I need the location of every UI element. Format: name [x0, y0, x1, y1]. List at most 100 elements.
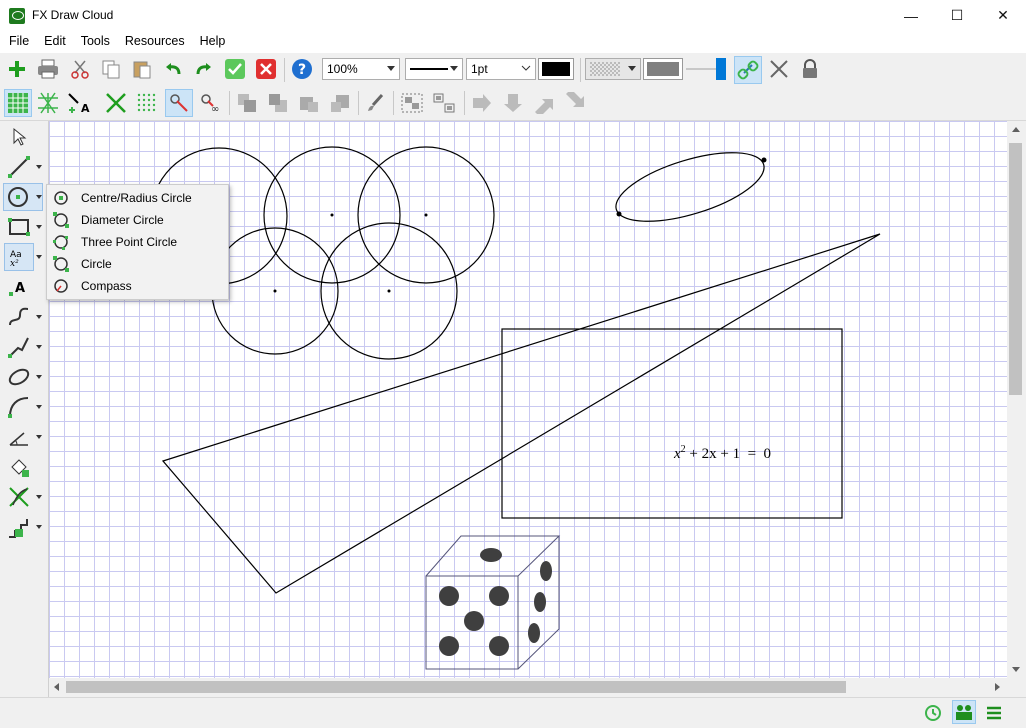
circle-tool-dropdown[interactable] [35, 183, 43, 211]
svg-text:∞: ∞ [211, 104, 219, 114]
svg-text:A: A [81, 102, 90, 114]
menu-resources[interactable]: Resources [125, 31, 185, 53]
scroll-right-icon[interactable] [995, 683, 1000, 691]
menu-item-compass[interactable]: Compass [47, 275, 228, 297]
menu-item-diameter-circle[interactable]: Diameter Circle [47, 209, 228, 231]
curve-tool-dropdown[interactable] [35, 303, 43, 331]
maximize-button[interactable]: ☐ [934, 0, 980, 31]
horizontal-scroll-thumb[interactable] [66, 681, 846, 693]
axes-icon[interactable] [104, 91, 128, 115]
horizontal-scrollbar[interactable] [49, 678, 1007, 696]
menu-tools[interactable]: Tools [81, 31, 110, 53]
paste-icon[interactable] [130, 57, 154, 81]
cut-icon[interactable] [68, 57, 92, 81]
fill-tool-icon[interactable] [4, 453, 34, 481]
menu-item-label: Compass [81, 279, 132, 293]
snap-infinity-icon[interactable]: ∞ [198, 91, 222, 115]
bring-front-icon[interactable] [235, 91, 259, 115]
scroll-up-icon[interactable] [1012, 127, 1020, 132]
graph-tool-icon[interactable] [4, 483, 34, 511]
toolbar-separator [393, 91, 394, 115]
cancel-icon[interactable] [254, 57, 278, 81]
ok-icon[interactable] [223, 57, 247, 81]
grid-icon[interactable] [4, 89, 32, 117]
transparency-slider-track[interactable] [686, 68, 718, 70]
collaborate-icon[interactable] [952, 700, 976, 724]
add-icon[interactable] [5, 57, 29, 81]
equation-text[interactable]: x2 + 2x + 1 = 0 [674, 444, 771, 463]
rectangle-tool-icon[interactable] [4, 213, 34, 241]
fill-pattern-select[interactable] [585, 58, 641, 80]
send-backward-icon[interactable] [328, 91, 352, 115]
line-tool-icon[interactable] [4, 153, 34, 181]
undo-icon[interactable] [161, 57, 185, 81]
move-down-icon[interactable] [501, 91, 525, 115]
label-point-icon[interactable]: A [67, 91, 91, 115]
vertical-scrollbar[interactable] [1007, 121, 1026, 678]
menu-lines-icon[interactable] [985, 704, 1003, 725]
stairs-tool-icon[interactable] [4, 513, 34, 541]
help-icon[interactable]: ? [290, 57, 314, 81]
line-color-button[interactable] [538, 58, 574, 80]
move-right-icon[interactable] [470, 91, 494, 115]
text-tool-icon[interactable]: Aa x² [4, 243, 34, 271]
minimize-button[interactable]: — [888, 0, 934, 31]
fill-color-button[interactable] [643, 58, 683, 80]
history-icon[interactable] [924, 704, 942, 725]
close-button[interactable]: ✕ [980, 0, 1026, 31]
label-tool-icon[interactable]: A [4, 273, 34, 301]
group-icon[interactable] [400, 91, 424, 115]
redo-icon[interactable] [192, 57, 216, 81]
brush-icon[interactable] [363, 91, 387, 115]
snap-icon[interactable] [165, 89, 193, 117]
ungroup-icon[interactable] [432, 91, 456, 115]
vertical-scroll-thumb[interactable] [1009, 143, 1022, 395]
stairs-tool-dropdown[interactable] [35, 513, 43, 541]
menu-edit[interactable]: Edit [44, 31, 66, 53]
menu-item-centre-radius-circle[interactable]: Centre/Radius Circle [47, 187, 228, 209]
text-tool-dropdown[interactable] [35, 243, 43, 271]
iso-grid-icon[interactable] [36, 91, 60, 115]
send-back-icon[interactable] [266, 91, 290, 115]
arc-tool-dropdown[interactable] [35, 393, 43, 421]
link-icon[interactable] [734, 56, 762, 84]
dot-grid-icon[interactable] [135, 91, 159, 115]
arc-tool-icon[interactable] [4, 393, 34, 421]
menu-item-circle[interactable]: Circle [47, 253, 228, 275]
triangle-shape[interactable] [161, 233, 881, 594]
line-style-select[interactable] [405, 58, 463, 80]
ellipse-tool-icon[interactable] [4, 363, 34, 391]
curve-tool-icon[interactable] [4, 303, 34, 331]
zoom-value: 100% [327, 62, 358, 76]
line-width-select[interactable]: 1pt [466, 58, 536, 80]
graph-tool-dropdown[interactable] [35, 483, 43, 511]
move-down-right-icon[interactable] [563, 91, 587, 115]
toolbar-separator [229, 91, 230, 115]
ellipse-tool-dropdown[interactable] [35, 363, 43, 391]
bring-forward-icon[interactable] [297, 91, 321, 115]
scroll-left-icon[interactable] [54, 683, 59, 691]
angle-tool-icon[interactable] [4, 423, 34, 451]
print-icon[interactable] [36, 57, 60, 81]
rectangle-tool-dropdown[interactable] [35, 213, 43, 241]
zoom-select[interactable]: 100% [322, 58, 400, 80]
toolbar-separator [284, 58, 285, 82]
lock-icon[interactable] [798, 57, 822, 81]
svg-text:x²: x² [10, 259, 19, 268]
menu-item-three-point-circle[interactable]: Three Point Circle [47, 231, 228, 253]
menu-help[interactable]: Help [200, 31, 226, 53]
scroll-down-icon[interactable] [1012, 667, 1020, 672]
unlink-icon[interactable] [767, 57, 791, 81]
line-tool-dropdown[interactable] [35, 153, 43, 181]
transparency-slider-thumb[interactable] [716, 58, 726, 80]
angle-tool-dropdown[interactable] [35, 423, 43, 451]
polyline-tool-dropdown[interactable] [35, 333, 43, 361]
menu-file[interactable]: File [9, 31, 29, 53]
polyline-tool-icon[interactable] [4, 333, 34, 361]
copy-icon[interactable] [99, 57, 123, 81]
move-up-right-icon[interactable] [532, 91, 556, 115]
menu-item-label: Three Point Circle [81, 235, 178, 249]
pointer-icon[interactable] [4, 123, 34, 151]
dice-shape[interactable] [425, 535, 561, 670]
ellipse-shape[interactable] [608, 139, 771, 236]
